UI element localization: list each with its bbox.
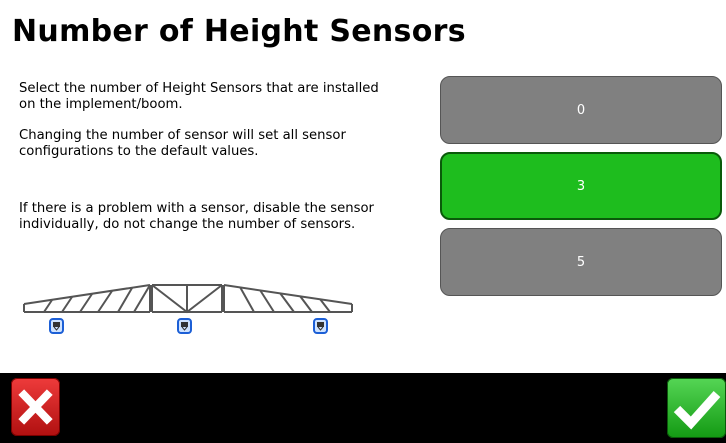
height-sensor-icon [313,318,328,334]
option-3-button[interactable]: 3 [440,152,722,220]
page-title: Number of Height Sensors [12,14,466,49]
close-icon [18,389,53,425]
sensor-markers [49,318,328,334]
height-sensor-icon [177,318,192,334]
option-0-button[interactable]: 0 [440,76,722,144]
screen: Number of Height Sensors Select the numb… [0,0,726,443]
cancel-button[interactable] [11,378,60,436]
option-label: 5 [576,254,586,270]
instruction-text: Select the number of Height Sensors that… [19,81,379,112]
checkmark-icon [673,390,721,430]
warning-text: Changing the number of sensor will set a… [19,128,346,159]
option-label: 3 [576,178,586,194]
accept-button[interactable] [667,378,726,438]
content-panel: Number of Height Sensors Select the numb… [0,0,726,373]
height-sensor-icon [49,318,64,334]
option-label: 0 [576,102,586,118]
tip-text: If there is a problem with a sensor, dis… [19,201,374,232]
option-5-button[interactable]: 5 [440,228,722,296]
